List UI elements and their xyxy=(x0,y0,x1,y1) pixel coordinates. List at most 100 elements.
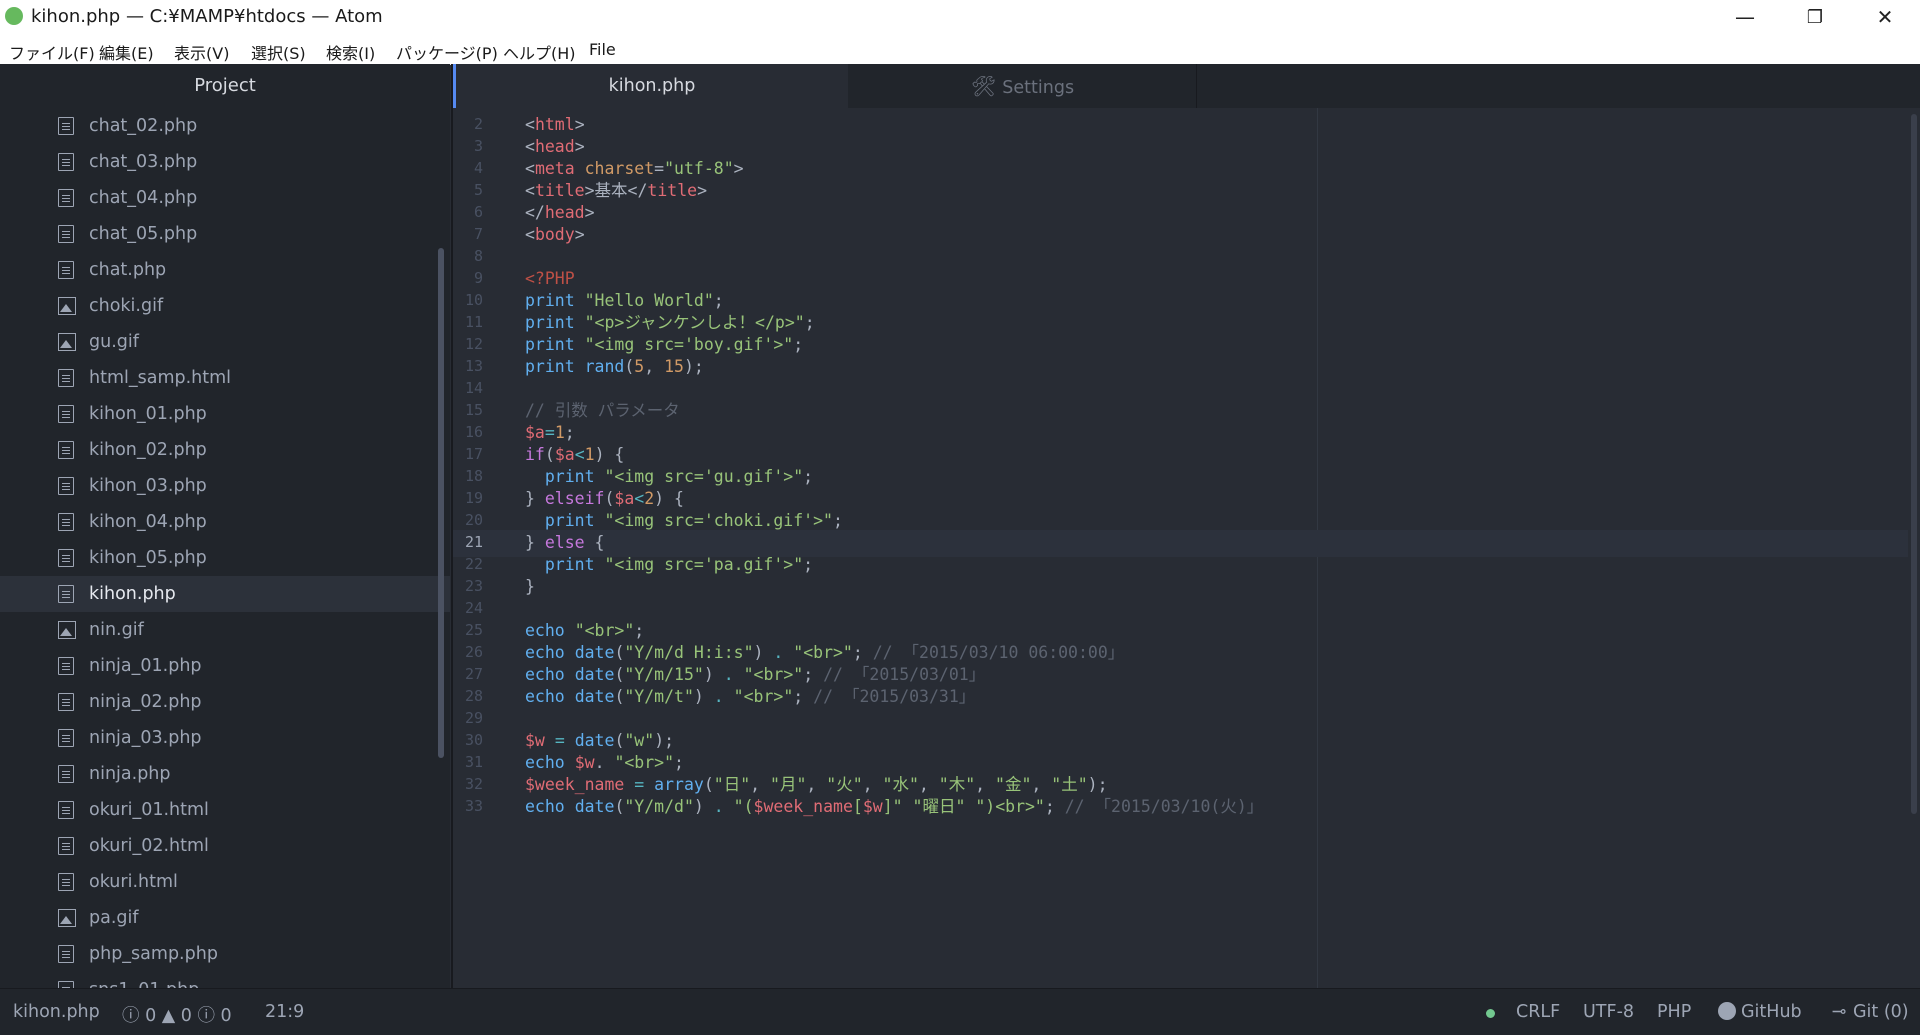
code-token: . xyxy=(773,643,784,662)
code-token: < xyxy=(525,159,535,178)
code-token: title xyxy=(647,181,698,200)
menu-file-en[interactable]: File xyxy=(589,40,616,59)
menu-view[interactable]: 表示(V) xyxy=(174,40,229,64)
code-token: date xyxy=(574,797,615,816)
code-token: echo xyxy=(525,687,565,706)
tree-item[interactable]: kihon_03.php xyxy=(0,468,450,504)
tree-item[interactable]: ninja_02.php xyxy=(0,684,450,720)
git-commit-icon: ⊸ xyxy=(1831,1002,1847,1022)
tree-item[interactable]: okuri.html xyxy=(0,864,450,900)
tree-item[interactable]: php_samp.php xyxy=(0,936,450,972)
code-token: ( xyxy=(614,665,625,684)
tree-item[interactable]: kihon_05.php xyxy=(0,540,450,576)
minimize-button[interactable]: — xyxy=(1710,0,1780,34)
status-cursor-position[interactable]: 21:9 xyxy=(265,1002,304,1022)
tree-item[interactable]: nin.gif xyxy=(0,612,450,648)
status-encoding[interactable]: UTF-8 xyxy=(1583,1002,1634,1022)
restore-button[interactable]: ❐ xyxy=(1780,0,1850,34)
code-token: "<br>" xyxy=(574,621,635,640)
tree-item[interactable]: kihon.php xyxy=(0,576,450,612)
tree-item[interactable]: chat_05.php xyxy=(0,216,450,252)
code-token: ; xyxy=(803,665,824,684)
code-token: } xyxy=(525,533,545,552)
tree-item[interactable]: ninja.php xyxy=(0,756,450,792)
tree-item[interactable]: kihon_01.php xyxy=(0,396,450,432)
tree-item-label: pa.gif xyxy=(89,908,139,928)
menu-edit[interactable]: 編集(E) xyxy=(99,40,154,64)
code-token: title xyxy=(534,181,585,200)
code-token: echo xyxy=(525,665,565,684)
tree-item[interactable]: sns1_01.php xyxy=(0,972,450,988)
tab-label: Settings xyxy=(1002,78,1075,98)
menu-file[interactable]: ファイル(F) xyxy=(9,40,95,64)
code-token: < xyxy=(525,181,535,200)
code-token: echo xyxy=(525,621,565,640)
code-token: 2 xyxy=(644,489,655,508)
file-icon xyxy=(58,873,74,891)
code-token: "Y/m/d H:i:s" xyxy=(624,643,754,662)
tree-item[interactable]: chat.php xyxy=(0,252,450,288)
code-token: ; xyxy=(713,291,724,310)
status-line-ending[interactable]: CRLF xyxy=(1516,1002,1560,1022)
code-editor[interactable]: 1<!DOCTYPE html>2<html>3<head>4<meta cha… xyxy=(453,108,1920,988)
tree-item[interactable]: html_samp.html xyxy=(0,360,450,396)
code-token: , xyxy=(975,775,996,794)
menu-find[interactable]: 検索(I) xyxy=(326,40,375,64)
tree-item[interactable]: okuri_01.html xyxy=(0,792,450,828)
code-token: "日" xyxy=(713,775,751,794)
menu-selection[interactable]: 選択(S) xyxy=(251,40,306,64)
tree-item[interactable]: kihon_02.php xyxy=(0,432,450,468)
code-token: > xyxy=(697,181,708,200)
code-token: = xyxy=(634,775,645,794)
status-problems[interactable]: ⓘ 0 ▲ 0 ⓘ 0 xyxy=(122,1002,232,1027)
code-token: ) xyxy=(693,687,714,706)
tab-kihon-php[interactable]: kihon.php xyxy=(453,64,848,108)
close-button[interactable]: ✕ xyxy=(1850,0,1920,34)
file-icon xyxy=(58,765,74,783)
tree-item[interactable]: choki.gif xyxy=(0,288,450,324)
code-token: $week_name xyxy=(525,775,625,794)
status-github[interactable]: GitHub xyxy=(1718,1002,1802,1022)
menu-help[interactable]: ヘルプ(H) xyxy=(503,40,576,64)
code-token: print xyxy=(525,555,595,574)
tree-item[interactable]: kihon_04.php xyxy=(0,504,450,540)
tab-settings[interactable]: 🛠 Settings xyxy=(849,64,1197,108)
tree-item-label: ninja_02.php xyxy=(89,692,202,712)
code-token: "水" xyxy=(882,775,919,794)
status-indicator-icon xyxy=(1486,1009,1495,1018)
code-token: < xyxy=(525,225,535,244)
tree-item-label: chat_04.php xyxy=(89,188,198,208)
file-icon xyxy=(58,801,74,819)
tree-item[interactable]: ninja_03.php xyxy=(0,720,450,756)
sidebar-scrollbar[interactable] xyxy=(438,248,444,758)
tree-item[interactable]: chat_04.php xyxy=(0,180,450,216)
code-token: $a xyxy=(554,445,575,464)
tree-item[interactable]: ninja_01.php xyxy=(0,648,450,684)
tree-item[interactable]: pa.gif xyxy=(0,900,450,936)
menu-packages[interactable]: パッケージ(P) xyxy=(396,40,498,64)
code-token: "土" xyxy=(1051,775,1088,794)
status-file-path[interactable]: kihon.php xyxy=(13,1002,100,1022)
status-git[interactable]: ⊸ Git (0) xyxy=(1830,1002,1909,1022)
code-token: < xyxy=(574,445,585,464)
code-token: "<img src='gu.gif'>" xyxy=(604,467,804,486)
tree-item-label: choki.gif xyxy=(89,296,164,316)
tree-item[interactable]: chat_03.php xyxy=(0,144,450,180)
file-icon xyxy=(58,549,74,567)
github-label: GitHub xyxy=(1741,1002,1802,1022)
project-header[interactable]: Project xyxy=(0,64,450,108)
editor-scrollbar[interactable] xyxy=(1911,114,1917,814)
status-grammar[interactable]: PHP xyxy=(1657,1002,1691,1022)
tree-item[interactable]: chat_02.php xyxy=(0,108,450,144)
tree-item[interactable]: okuri_02.html xyxy=(0,828,450,864)
file-icon xyxy=(58,585,74,603)
tree-item-label: kihon_03.php xyxy=(89,476,207,496)
code-token: > xyxy=(584,203,595,222)
tree-item[interactable]: gu.gif xyxy=(0,324,450,360)
file-icon xyxy=(58,477,74,495)
